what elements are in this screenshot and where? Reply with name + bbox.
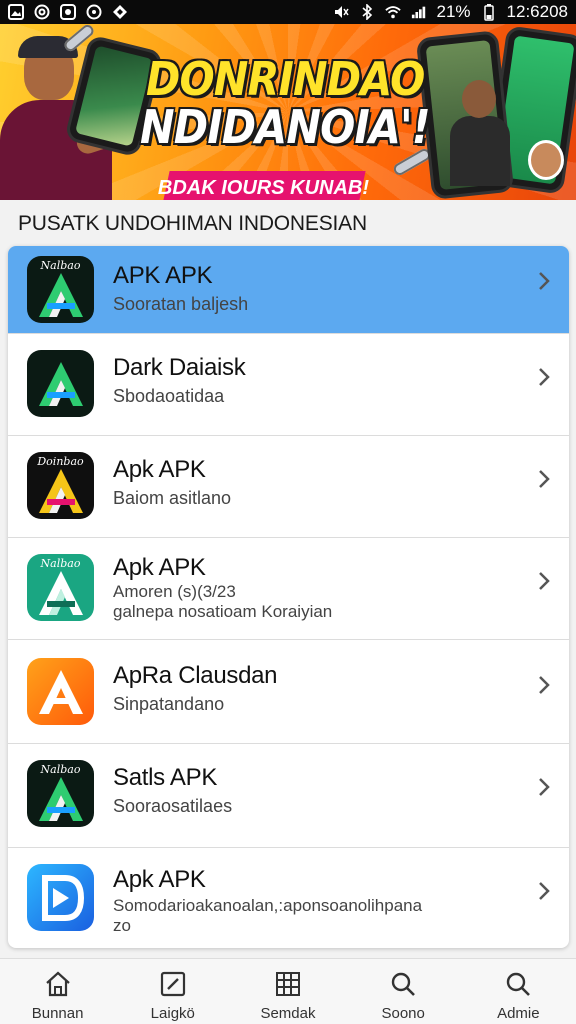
wifi-icon <box>384 4 401 20</box>
nav-label: Bunnan <box>31 1005 84 1022</box>
app-icon-label: Doinbao <box>37 455 84 468</box>
app-name: Apk APK <box>113 554 206 581</box>
app-logo-icon: Nalbao <box>27 256 94 323</box>
chevron-right-icon <box>539 368 550 386</box>
app-name: Satls APK <box>113 764 218 791</box>
app-subtitle: Baiom asitlano <box>113 488 232 508</box>
app-text: ApRa Clausdan Sinpatandano <box>113 662 278 714</box>
app-row[interactable]: Nalbao Satls APK Sooraosatilaes <box>8 744 569 848</box>
grid-icon <box>275 972 300 996</box>
app-name: Dark Daiaisk <box>113 354 246 381</box>
app-logo-icon <box>27 658 94 725</box>
chevron-right-icon <box>539 470 550 488</box>
app-row[interactable]: Apk APK Somodarioakanoalan,:aponsoanolih… <box>8 848 569 948</box>
app-row[interactable]: ApRa Clausdan Sinpatandano <box>8 640 569 744</box>
banner-person-right <box>450 80 510 186</box>
nav-item-grid[interactable]: Semdak <box>233 959 343 1022</box>
app-text: Apk APK Amoren (s)(3/23 galnepa nosatioa… <box>113 554 332 622</box>
banner-title-line2: NDIDANOIA'! <box>140 100 431 154</box>
banner-title-line1: DONRINDAO <box>146 52 425 106</box>
chevron-right-icon <box>539 272 550 290</box>
mute-icon <box>333 4 349 20</box>
app-name: APK APK <box>113 262 213 289</box>
home-icon <box>45 971 70 997</box>
battery-percent: 21% <box>436 2 471 21</box>
app-logo-icon: Nalbao <box>27 760 94 827</box>
banner-person-small <box>520 140 574 200</box>
signal-icon <box>411 4 427 20</box>
bluetooth-icon <box>359 4 375 20</box>
app-text: Satls APK Sooraosatilaes <box>113 764 232 816</box>
app-row[interactable]: Nalbao APK APK Sooratan baljesh <box>8 246 569 334</box>
app-list: Nalbao APK APK Sooratan baljesh Dark Dai… <box>8 246 569 948</box>
app-row[interactable]: Nalbao Apk APK Amoren (s)(3/23 galnepa n… <box>8 538 569 640</box>
app-name: Apk APK <box>113 456 206 483</box>
app-icon-label: Nalbao <box>40 259 81 272</box>
record-icon <box>60 4 76 20</box>
search-icon <box>391 972 416 996</box>
nav-item-admin[interactable]: Admie <box>463 959 573 1022</box>
app-row[interactable]: Doinbao Apk APK Baiom asitlano <box>8 436 569 538</box>
chevron-right-icon <box>539 572 550 590</box>
section-title: PUSATK UNDOHIMAN INDONESIAN <box>18 212 367 235</box>
app-name: Apk APK <box>113 866 206 893</box>
status-right: 21% 12:6208 <box>333 2 568 22</box>
nav-item-home[interactable]: Bunnan <box>3 959 113 1022</box>
nav-label: Admie <box>497 1005 540 1022</box>
status-left-icons <box>8 4 128 20</box>
app-subtitle: Sbodaoatidaa <box>113 386 225 406</box>
app-name: ApRa Clausdan <box>113 662 278 689</box>
app-row[interactable]: Dark Daiaisk Sbodaoatidaa <box>8 334 569 436</box>
chevron-right-icon <box>539 676 550 694</box>
nav-item-search[interactable]: Soono <box>348 959 458 1022</box>
app-icon-label: Nalbao <box>40 763 81 776</box>
app-text: Dark Daiaisk Sbodaoatidaa <box>113 354 246 406</box>
nav-item-edit[interactable]: Laigkö <box>118 959 228 1022</box>
clock: 12:6208 <box>506 2 568 21</box>
banner-pill: BDAK IOURS KUNAB! <box>158 171 370 200</box>
chevron-right-icon <box>539 778 550 796</box>
status-bar: 21% 12:6208 <box>0 0 576 24</box>
battery-icon <box>481 4 497 21</box>
chevron-right-icon <box>539 882 550 900</box>
app-text: Apk APK Baiom asitlano <box>113 456 231 508</box>
nav-label: Laigkö <box>150 1005 195 1022</box>
nav-label: Soono <box>381 1005 425 1022</box>
app-text: Apk APK Somodarioakanoalan,:aponsoanolih… <box>113 866 422 936</box>
banner-pill-text: BDAK IOURS KUNAB! <box>158 176 370 199</box>
app-subtitle: Sooratan baljesh <box>113 294 249 314</box>
search-icon <box>507 972 531 996</box>
diamond-icon <box>112 4 128 20</box>
app-logo-icon <box>27 350 94 417</box>
at-icon <box>34 4 50 20</box>
app-subtitle: Sooraosatilaes <box>113 796 233 816</box>
app-subtitle: Amoren (s)(3/23 galnepa nosatioam Koraiy… <box>113 582 333 621</box>
app-logo-icon: Nalbao <box>27 554 94 621</box>
circle-icon <box>86 4 102 20</box>
app-subtitle: Somodarioakanoalan,:aponsoanolihpana zo <box>113 896 423 935</box>
app-subtitle: Sinpatandano <box>113 694 225 714</box>
bottom-navigation: Bunnan Laigkö Semdak Soono Admie <box>0 958 576 1024</box>
gallery-icon <box>8 4 24 20</box>
app-logo-icon: Doinbao <box>27 452 94 519</box>
promo-banner[interactable]: DONRINDAO NDIDANOIA'! BDAK IOURS KUNAB! <box>0 24 576 200</box>
app-icon-label: Nalbao <box>40 557 81 570</box>
edit-icon <box>160 971 185 997</box>
nav-label: Semdak <box>260 1005 316 1022</box>
app-logo-icon <box>27 864 94 931</box>
app-text: APK APK Sooratan baljesh <box>113 262 248 314</box>
